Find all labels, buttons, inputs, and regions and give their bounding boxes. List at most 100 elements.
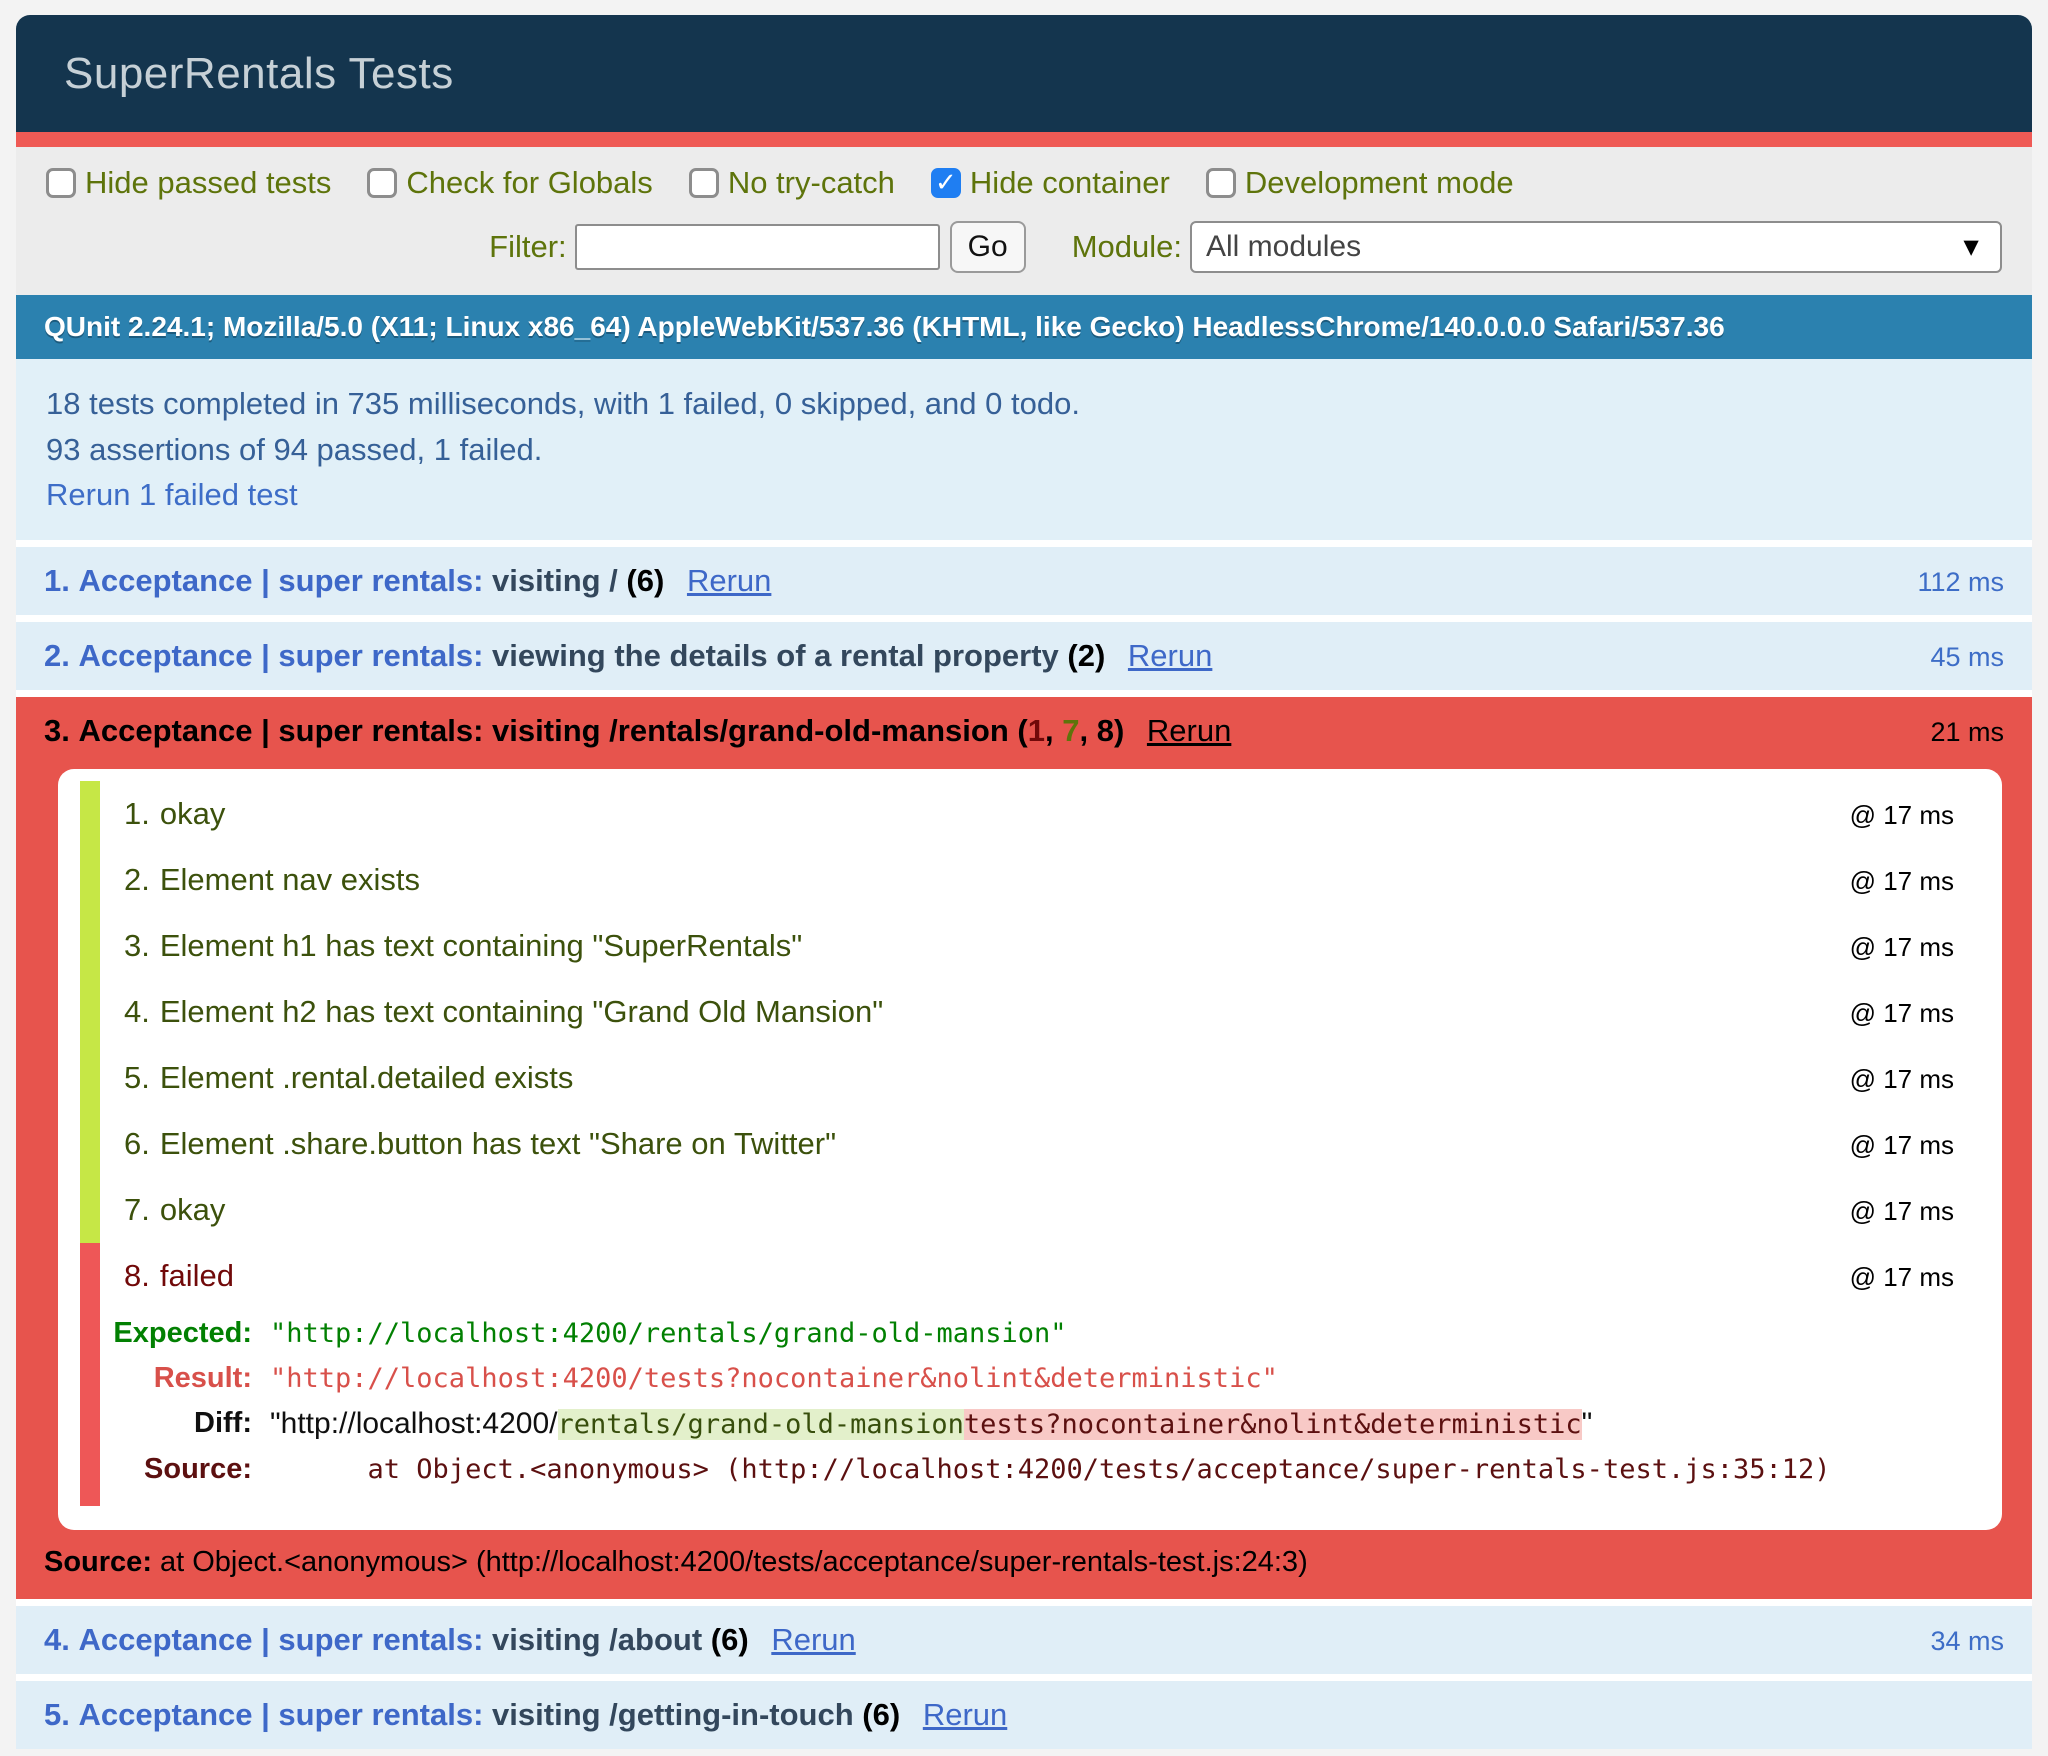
assertion-row-pass: 2. Element nav exists @ 17 ms	[80, 847, 1978, 913]
test-name: visiting /rentals/grand-old-mansion	[492, 713, 1009, 748]
assertion-runtime: @ 17 ms	[1850, 800, 1954, 831]
toolbar-checkbox-row: ✓ Hide passed tests ✓ Check for Globals …	[46, 165, 2002, 201]
go-button[interactable]: Go	[950, 221, 1026, 273]
rerun-test-link[interactable]: Rerun	[923, 1697, 1007, 1732]
test-runner-toolbar: ✓ Hide passed tests ✓ Check for Globals …	[16, 147, 2032, 295]
source-row: Source: at Object.<anonymous> (http://lo…	[100, 1447, 1978, 1492]
checkbox-label: Hide passed tests	[85, 165, 331, 201]
result-row: Result: "http://localhost:4200/tests?noc…	[100, 1356, 1978, 1401]
assertion-number: 1.	[124, 796, 150, 832]
module-select-dropdown[interactable]: All modules ▼	[1190, 221, 2002, 273]
test-row-2: 45 ms 2. Acceptance | super rentals: vie…	[16, 622, 2032, 690]
chevron-down-icon: ▼	[1958, 232, 1984, 263]
assertion-number: 3.	[124, 928, 150, 964]
filter-input[interactable]	[575, 224, 940, 270]
assertion-runtime: @ 17 ms	[1850, 1262, 1954, 1293]
summary-line-2: 93 assertions of 94 passed, 1 failed.	[46, 427, 2002, 473]
assertion-counts: (6)	[862, 1697, 900, 1732]
test-runtime: 21 ms	[1930, 717, 2004, 748]
checkbox-no-try-catch[interactable]: ✓ No try-catch	[689, 165, 895, 201]
test-number: 3.	[44, 713, 70, 748]
assertion-row-pass: 3. Element h1 has text containing "Super…	[80, 913, 1978, 979]
rerun-failed-link[interactable]: Rerun 1 failed test	[46, 477, 298, 512]
filter-label: Filter:	[489, 229, 567, 265]
module-name: Acceptance | super rentals:	[78, 713, 483, 748]
test-number: 1.	[44, 563, 70, 598]
test-runtime: 112 ms	[1917, 567, 2004, 598]
test-name: visiting /	[492, 563, 618, 598]
checkbox-box[interactable]: ✓	[931, 168, 961, 198]
assertion-row-failed: 8. failed @ 17 ms Expected: "http://loca…	[80, 1243, 1978, 1506]
module-name: Acceptance | super rentals:	[78, 638, 483, 673]
assertion-message: okay	[160, 1192, 225, 1228]
expected-label: Expected:	[100, 1311, 270, 1356]
assertion-message: failed	[160, 1258, 234, 1294]
assertion-message: Element .share.button has text "Share on…	[160, 1126, 836, 1162]
rerun-test-link[interactable]: Rerun	[1147, 713, 1231, 748]
source-label: Source:	[44, 1546, 152, 1578]
assertion-message: Element h2 has text containing "Grand Ol…	[160, 994, 883, 1030]
assertion-row-pass: 1. okay @ 17 ms	[80, 781, 1978, 847]
assertion-number: 5.	[124, 1060, 150, 1096]
diff-row: Diff: "http://localhost:4200/rentals/gra…	[100, 1401, 1978, 1447]
checkbox-development-mode[interactable]: ✓ Development mode	[1206, 165, 1514, 201]
assertion-number: 2.	[124, 862, 150, 898]
expected-row: Expected: "http://localhost:4200/rentals…	[100, 1311, 1978, 1356]
assertion-message: Element .rental.detailed exists	[160, 1060, 574, 1096]
result-value: "http://localhost:4200/tests?nocontainer…	[270, 1356, 1978, 1401]
assertion-detail-table: Expected: "http://localhost:4200/rentals…	[100, 1311, 1978, 1492]
test-runtime: 45 ms	[1930, 642, 2004, 673]
checkbox-hide-passed-tests[interactable]: ✓ Hide passed tests	[46, 165, 331, 201]
module-name: Acceptance | super rentals:	[78, 1697, 483, 1732]
assertion-counts: (6)	[626, 563, 664, 598]
test-row-5: 5. Acceptance | super rentals: visiting …	[16, 1681, 2032, 1749]
expected-value: "http://localhost:4200/rentals/grand-old…	[270, 1311, 1978, 1356]
page-title: SuperRentals Tests	[64, 49, 454, 99]
assertion-runtime: @ 17 ms	[1850, 866, 1954, 897]
assertion-number: 7.	[124, 1192, 150, 1228]
test-number: 2.	[44, 638, 70, 673]
checkbox-label: No try-catch	[728, 165, 895, 201]
checkbox-label: Development mode	[1245, 165, 1514, 201]
checkbox-label: Check for Globals	[406, 165, 652, 201]
checkbox-box[interactable]: ✓	[367, 168, 397, 198]
module-selected-value: All modules	[1206, 230, 1361, 264]
test-number: 5.	[44, 1697, 70, 1732]
assertion-runtime: @ 17 ms	[1850, 1196, 1954, 1227]
test-row-4: 34 ms 4. Acceptance | super rentals: vis…	[16, 1606, 2032, 1674]
test-name: visiting /getting-in-touch	[492, 1697, 854, 1732]
assertion-message: Element nav exists	[160, 862, 420, 898]
assertion-number: 8.	[124, 1258, 150, 1294]
assertion-row-pass: 6. Element .share.button has text "Share…	[80, 1111, 1978, 1177]
checkbox-box[interactable]: ✓	[689, 168, 719, 198]
diff-value: "http://localhost:4200/rentals/grand-old…	[270, 1401, 1978, 1447]
assertion-row-pass: 7. okay @ 17 ms	[80, 1177, 1978, 1243]
test-number: 4.	[44, 1622, 70, 1657]
test-name: viewing the details of a rental property	[492, 638, 1059, 673]
checkbox-box[interactable]: ✓	[46, 168, 76, 198]
useragent-banner: QUnit 2.24.1; Mozilla/5.0 (X11; Linux x8…	[16, 295, 2032, 359]
assertion-counts: (1, 7, 8)	[1017, 713, 1124, 748]
rerun-test-link[interactable]: Rerun	[687, 563, 771, 598]
check-icon: ✓	[935, 169, 957, 195]
test-list: 112 ms 1. Acceptance | super rentals: vi…	[16, 540, 2032, 1749]
fail-banner	[16, 132, 2032, 147]
toolbar-filter-row: Filter: Go Module: All modules ▼	[46, 221, 2002, 273]
assertion-runtime: @ 17 ms	[1850, 932, 1954, 963]
summary-line-1: 18 tests completed in 735 milliseconds, …	[46, 381, 2002, 427]
result-label: Result:	[100, 1356, 270, 1401]
assertion-list-panel: 1. okay @ 17 ms 2. Element nav exists @ …	[58, 769, 2002, 1530]
rerun-test-link[interactable]: Rerun	[771, 1622, 855, 1657]
checkbox-hide-container[interactable]: ✓ Hide container	[931, 165, 1170, 201]
assertion-runtime: @ 17 ms	[1850, 1064, 1954, 1095]
module-name: Acceptance | super rentals:	[78, 1622, 483, 1657]
checkbox-box[interactable]: ✓	[1206, 168, 1236, 198]
page-header: SuperRentals Tests	[16, 15, 2032, 132]
assertion-runtime: @ 17 ms	[1850, 1130, 1954, 1161]
rerun-test-link[interactable]: Rerun	[1128, 638, 1212, 673]
assertion-counts: (2)	[1067, 638, 1105, 673]
diff-actual-part: tests?nocontainer&nolint&deterministic	[964, 1409, 1582, 1440]
checkbox-check-for-globals[interactable]: ✓ Check for Globals	[367, 165, 652, 201]
test-row-3-failed: 21 ms 3. Acceptance | super rentals: vis…	[16, 697, 2032, 1599]
source-value: at Object.<anonymous> (http://localhost:…	[270, 1447, 1978, 1492]
